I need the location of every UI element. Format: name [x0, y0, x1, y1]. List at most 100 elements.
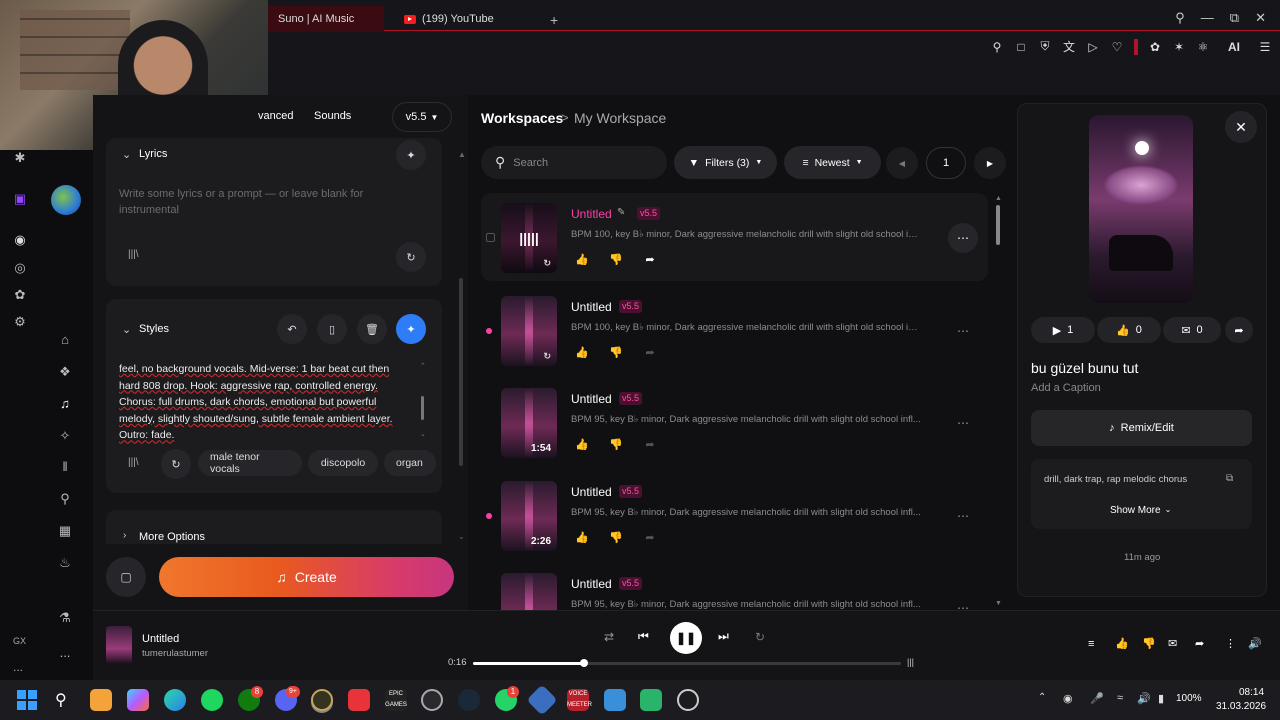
epic-games-icon[interactable]: EPIC GAMES [385, 689, 407, 711]
studio-icon[interactable]: ✧ [57, 428, 73, 444]
notifications-icon[interactable]: ♨ [57, 555, 73, 571]
rail-more-icon[interactable]: ... [13, 660, 23, 674]
magic-wand-icon[interactable]: ✦ [396, 314, 426, 344]
undo-icon[interactable]: ↶ [277, 314, 307, 344]
remote-desktop-icon[interactable] [604, 689, 626, 711]
scroll-up-icon[interactable]: ⌃ [420, 362, 426, 370]
thumbs-up-icon[interactable]: 👍 [571, 253, 593, 269]
song-title[interactable]: bu güzel bunu tut [1031, 360, 1138, 376]
thumbs-down-icon[interactable]: 👎 [1142, 637, 1156, 650]
progress-track[interactable] [473, 659, 901, 667]
sidebar-toggle-icon[interactable]: ☰ [1258, 40, 1272, 54]
spotify-icon[interactable]: ◉ [12, 232, 28, 248]
pin-icon[interactable]: ⚲ [990, 40, 1004, 54]
show-more-button[interactable]: Show More ⌄ [1110, 505, 1171, 516]
more-options-icon[interactable]: ⋯ [948, 501, 978, 531]
model-select[interactable]: v5.5 ▼ [392, 102, 452, 132]
song-title[interactable]: Untitled [571, 485, 612, 499]
refresh-icon[interactable]: ↻ [396, 242, 426, 272]
previous-icon[interactable]: ⏮ [638, 629, 649, 644]
restore-icon[interactable]: ⧉ [1230, 10, 1239, 26]
next-page-button[interactable]: ▶ [974, 147, 1006, 179]
thumbs-up-icon[interactable]: 👍 [1115, 637, 1129, 650]
list-scrollbar[interactable] [996, 205, 1000, 245]
song-row[interactable]: 2:26 Untitled v5.5 BPM 95, key B♭ minor, Da… [481, 471, 988, 559]
thumbs-down-icon[interactable]: 👎 [605, 346, 627, 362]
clear-button[interactable]: ▢ [106, 557, 146, 597]
search-input[interactable]: ⚲ Search [481, 146, 667, 179]
trash-icon[interactable]: 🗑 [357, 314, 387, 344]
share-icon[interactable]: ➦ [639, 531, 661, 547]
play-icon[interactable]: ▷ [1086, 40, 1100, 54]
shuffle-tags-icon[interactable]: ↻ [161, 449, 191, 479]
scroll-up-icon[interactable]: ▲ [458, 150, 466, 159]
song-thumbnail[interactable]: ↻ [501, 295, 557, 366]
more-options-toggle[interactable]: More Options [139, 531, 205, 543]
clock-time[interactable]: 08:14 [1239, 687, 1264, 698]
labs-icon[interactable]: ⚗ [57, 610, 73, 626]
settings-icon[interactable]: ⚙ [12, 314, 28, 330]
clock-date[interactable]: 31.03.2026 [1216, 701, 1266, 712]
pause-button[interactable]: ❚❚ [670, 622, 702, 654]
play-count-button[interactable]: ▶ 1 [1031, 317, 1095, 343]
search-tabs-icon[interactable]: ⚲ [1175, 10, 1185, 26]
scroll-down-icon[interactable]: ▼ [995, 600, 1002, 607]
magic-wand-icon[interactable]: ✦ [396, 140, 426, 170]
chatgpt-icon[interactable] [677, 689, 699, 711]
extension-icon[interactable]: ⚛ [1196, 40, 1210, 54]
battery-icon[interactable]: ▮ [1158, 692, 1164, 705]
styles-input[interactable]: feel, no background vocals. Mid-verse: 1… [119, 361, 413, 445]
tab-suno[interactable]: Suno | AI Music [268, 6, 384, 32]
tab-advanced[interactable]: vanced [258, 110, 293, 122]
remix-edit-button[interactable]: ♪ Remix/Edit [1031, 410, 1252, 446]
thumbs-up-icon[interactable]: 👍 [571, 531, 593, 547]
brave-icon[interactable] [90, 689, 112, 711]
song-thumbnail[interactable]: 1:54 [501, 388, 557, 458]
bookmark-icon[interactable]: ▯ [317, 314, 347, 344]
tab-sounds[interactable]: Sounds [314, 110, 351, 122]
scroll-down-icon[interactable]: ⌄ [420, 430, 426, 438]
tab-youtube[interactable]: (199) YouTube [394, 6, 504, 32]
queue-icon[interactable]: ≡ [1088, 638, 1094, 650]
song-thumbnail[interactable]: ||||| ↻ [501, 203, 557, 273]
more-icon[interactable]: ⋮ [1225, 637, 1236, 650]
waveform-icon[interactable]: ||| [907, 657, 914, 667]
scroll-down-icon[interactable]: ⌄ [458, 532, 465, 541]
more-options-icon[interactable]: ⋯ [948, 316, 978, 346]
thumbs-up-icon[interactable]: 👍 [571, 438, 593, 454]
share-icon[interactable]: ➦ [639, 438, 661, 454]
select-checkbox[interactable] [486, 233, 495, 242]
filters-button[interactable]: ▼ Filters (3) ▼ [674, 146, 777, 179]
panel-scrollbar[interactable] [459, 278, 463, 466]
sort-button[interactable]: ≡ Newest ▼ [784, 146, 881, 179]
thumbs-down-icon[interactable]: 👎 [605, 438, 627, 454]
screenshot-icon[interactable]: □ [1014, 40, 1028, 54]
shuffle-icon[interactable]: ⇄ [604, 630, 614, 644]
windows-start-icon[interactable] [17, 690, 37, 710]
song-row[interactable]: ↻ Untitled v5.5 BPM 100, key B♭ minor, Dark… [481, 286, 988, 374]
styles-header[interactable]: Styles [139, 323, 169, 335]
song-row[interactable]: 1:54 Untitled v5.5 BPM 95, key B♭ minor, Da… [481, 378, 988, 466]
copy-icon[interactable]: ⧉ [1226, 473, 1233, 484]
chevron-right-icon[interactable]: › [123, 530, 126, 541]
comments-button[interactable]: ✉ 0 [1163, 317, 1221, 343]
create-nav-icon[interactable]: ♫ [57, 396, 73, 412]
close-icon[interactable]: ✕ [1225, 111, 1257, 143]
extension-icon[interactable]: ✿ [12, 287, 28, 303]
song-row[interactable]: ||||| ↻ Untitled ✎ v5.5 BPM 100, key B♭ minor… [481, 193, 988, 281]
share-icon[interactable]: ➦ [639, 253, 661, 269]
lyrics-input[interactable]: Write some lyrics or a prompt — or leave… [119, 186, 389, 218]
share-icon[interactable]: ➦ [1225, 317, 1253, 343]
breadcrumb-workspaces[interactable]: Workspaces [481, 110, 563, 126]
copilot-icon[interactable] [127, 689, 149, 711]
chevron-down-icon[interactable]: ⌄ [122, 148, 131, 161]
lyrics-header[interactable]: Lyrics [139, 148, 167, 160]
twitch-icon[interactable]: ▣ [12, 191, 28, 207]
explore-icon[interactable]: ❖ [57, 364, 73, 380]
song-title[interactable]: Untitled [571, 300, 612, 314]
close-window-icon[interactable]: ✕ [1255, 10, 1266, 26]
player-title[interactable]: Untitled [142, 633, 179, 645]
new-tab-button[interactable]: + [550, 12, 558, 28]
next-icon[interactable]: ⏭ [718, 629, 729, 644]
aria-icon[interactable]: ✱ [12, 150, 28, 166]
